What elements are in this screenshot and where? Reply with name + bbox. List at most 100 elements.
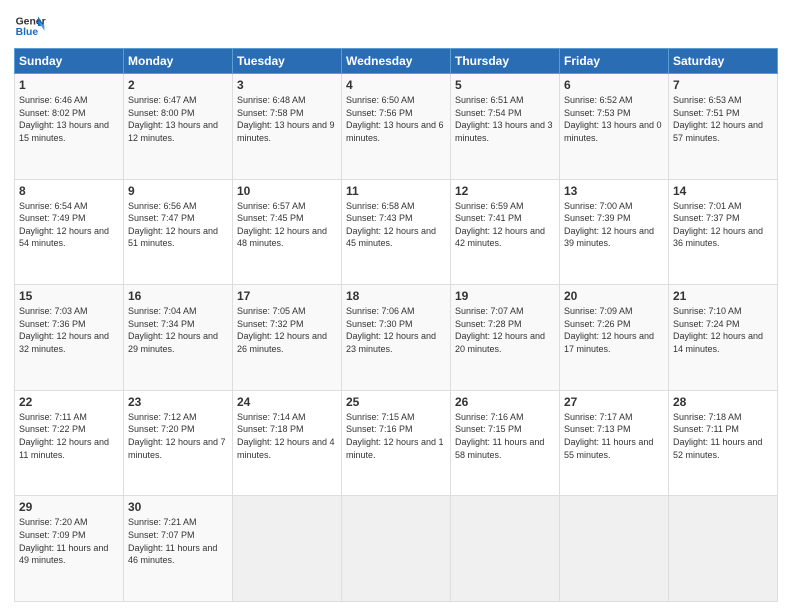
calendar-week-4: 22 Sunrise: 7:11 AMSunset: 7:22 PMDayligh…: [15, 390, 778, 496]
calendar-cell: 3 Sunrise: 6:48 AMSunset: 7:58 PMDaylight…: [233, 74, 342, 180]
calendar-cell: 16Sunrise: 7:04 AMSunset: 7:34 PMDayligh…: [124, 285, 233, 391]
calendar-cell: 9 Sunrise: 6:56 AMSunset: 7:47 PMDaylight…: [124, 179, 233, 285]
page: General Blue Sunday Monday Tuesday Wedne…: [0, 0, 792, 612]
calendar-header: Sunday Monday Tuesday Wednesday Thursday…: [15, 49, 778, 74]
calendar-cell: 30 Sunrise: 7:21 AMSunset: 7:07 PMDayligh…: [124, 496, 233, 602]
calendar-week-1: 1 Sunrise: 6:46 AMSunset: 8:02 PMDaylight…: [15, 74, 778, 180]
day-info: Sunrise: 6:46 AMSunset: 8:02 PMDaylight:…: [19, 94, 119, 144]
calendar-cell: [451, 496, 560, 602]
calendar-cell: 12Sunrise: 6:59 AMSunset: 7:41 PMDayligh…: [451, 179, 560, 285]
day-number: 25: [346, 395, 446, 409]
day-number: 26: [455, 395, 555, 409]
day-number: 20: [564, 289, 664, 303]
day-number: 30: [128, 500, 228, 514]
day-number: 27: [564, 395, 664, 409]
day-number: 28: [673, 395, 773, 409]
day-number: 21: [673, 289, 773, 303]
calendar-cell: 20 Sunrise: 7:09 AMSunset: 7:26 PMDayligh…: [560, 285, 669, 391]
calendar-cell: 14 Sunrise: 7:01 AMSunset: 7:37 PMDayligh…: [669, 179, 778, 285]
day-number: 24: [237, 395, 337, 409]
calendar-cell: 11Sunrise: 6:58 AMSunset: 7:43 PMDayligh…: [342, 179, 451, 285]
logo: General Blue: [14, 10, 46, 42]
svg-text:Blue: Blue: [16, 27, 39, 38]
calendar-cell: 5 Sunrise: 6:51 AMSunset: 7:54 PMDaylight…: [451, 74, 560, 180]
day-info: Sunrise: 7:17 AMSunset: 7:13 PMDaylight:…: [564, 411, 664, 461]
calendar-cell: 1 Sunrise: 6:46 AMSunset: 8:02 PMDaylight…: [15, 74, 124, 180]
day-info: Sunrise: 7:03 AMSunset: 7:36 PMDaylight:…: [19, 305, 119, 355]
calendar-cell: 15 Sunrise: 7:03 AMSunset: 7:36 PMDayligh…: [15, 285, 124, 391]
day-info: Sunrise: 6:52 AMSunset: 7:53 PMDaylight:…: [564, 94, 664, 144]
header: General Blue: [14, 10, 778, 42]
calendar-week-5: 29 Sunrise: 7:20 AMSunset: 7:09 PMDayligh…: [15, 496, 778, 602]
day-number: 29: [19, 500, 119, 514]
calendar-cell: 22 Sunrise: 7:11 AMSunset: 7:22 PMDayligh…: [15, 390, 124, 496]
calendar-week-2: 8 Sunrise: 6:54 AMSunset: 7:49 PMDaylight…: [15, 179, 778, 285]
calendar-cell: [342, 496, 451, 602]
calendar-cell: 27 Sunrise: 7:17 AMSunset: 7:13 PMDayligh…: [560, 390, 669, 496]
calendar: Sunday Monday Tuesday Wednesday Thursday…: [14, 48, 778, 602]
calendar-cell: 6 Sunrise: 6:52 AMSunset: 7:53 PMDaylight…: [560, 74, 669, 180]
day-info: Sunrise: 7:21 AMSunset: 7:07 PMDaylight:…: [128, 516, 228, 566]
day-number: 8: [19, 184, 119, 198]
day-info: Sunrise: 7:00 AMSunset: 7:39 PMDaylight:…: [564, 200, 664, 250]
weekday-tuesday: Tuesday: [233, 49, 342, 74]
day-info: Sunrise: 7:15 AMSunset: 7:16 PMDaylight:…: [346, 411, 446, 461]
day-number: 2: [128, 78, 228, 92]
calendar-cell: 24Sunrise: 7:14 AMSunset: 7:18 PMDayligh…: [233, 390, 342, 496]
calendar-cell: 18 Sunrise: 7:06 AMSunset: 7:30 PMDayligh…: [342, 285, 451, 391]
day-number: 12: [455, 184, 555, 198]
day-number: 17: [237, 289, 337, 303]
calendar-cell: 29 Sunrise: 7:20 AMSunset: 7:09 PMDayligh…: [15, 496, 124, 602]
calendar-cell: 7Sunrise: 6:53 AMSunset: 7:51 PMDaylight…: [669, 74, 778, 180]
day-info: Sunrise: 7:09 AMSunset: 7:26 PMDaylight:…: [564, 305, 664, 355]
calendar-cell: 19 Sunrise: 7:07 AMSunset: 7:28 PMDayligh…: [451, 285, 560, 391]
calendar-cell: 25 Sunrise: 7:15 AMSunset: 7:16 PMDayligh…: [342, 390, 451, 496]
day-number: 19: [455, 289, 555, 303]
logo-icon: General Blue: [14, 10, 46, 42]
day-info: Sunrise: 6:50 AMSunset: 7:56 PMDaylight:…: [346, 94, 446, 144]
day-info: Sunrise: 7:16 AMSunset: 7:15 PMDaylight:…: [455, 411, 555, 461]
day-info: Sunrise: 7:12 AMSunset: 7:20 PMDaylight:…: [128, 411, 228, 461]
day-info: Sunrise: 7:01 AMSunset: 7:37 PMDaylight:…: [673, 200, 773, 250]
weekday-row: Sunday Monday Tuesday Wednesday Thursday…: [15, 49, 778, 74]
day-info: Sunrise: 6:54 AMSunset: 7:49 PMDaylight:…: [19, 200, 119, 250]
calendar-cell: 21 Sunrise: 7:10 AMSunset: 7:24 PMDayligh…: [669, 285, 778, 391]
day-number: 7: [673, 78, 773, 92]
calendar-cell: 26 Sunrise: 7:16 AMSunset: 7:15 PMDayligh…: [451, 390, 560, 496]
weekday-saturday: Saturday: [669, 49, 778, 74]
day-number: 22: [19, 395, 119, 409]
day-number: 18: [346, 289, 446, 303]
day-number: 23: [128, 395, 228, 409]
day-info: Sunrise: 6:48 AMSunset: 7:58 PMDaylight:…: [237, 94, 337, 144]
day-info: Sunrise: 6:56 AMSunset: 7:47 PMDaylight:…: [128, 200, 228, 250]
day-number: 14: [673, 184, 773, 198]
day-info: Sunrise: 6:47 AMSunset: 8:00 PMDaylight:…: [128, 94, 228, 144]
day-info: Sunrise: 7:07 AMSunset: 7:28 PMDaylight:…: [455, 305, 555, 355]
day-info: Sunrise: 7:10 AMSunset: 7:24 PMDaylight:…: [673, 305, 773, 355]
day-number: 11: [346, 184, 446, 198]
calendar-cell: [560, 496, 669, 602]
day-number: 6: [564, 78, 664, 92]
weekday-sunday: Sunday: [15, 49, 124, 74]
day-info: Sunrise: 6:57 AMSunset: 7:45 PMDaylight:…: [237, 200, 337, 250]
day-info: Sunrise: 7:20 AMSunset: 7:09 PMDaylight:…: [19, 516, 119, 566]
calendar-week-3: 15 Sunrise: 7:03 AMSunset: 7:36 PMDayligh…: [15, 285, 778, 391]
calendar-cell: [233, 496, 342, 602]
weekday-friday: Friday: [560, 49, 669, 74]
weekday-monday: Monday: [124, 49, 233, 74]
day-number: 1: [19, 78, 119, 92]
day-number: 9: [128, 184, 228, 198]
day-number: 15: [19, 289, 119, 303]
calendar-cell: 2 Sunrise: 6:47 AMSunset: 8:00 PMDaylight…: [124, 74, 233, 180]
day-info: Sunrise: 6:51 AMSunset: 7:54 PMDaylight:…: [455, 94, 555, 144]
day-info: Sunrise: 7:06 AMSunset: 7:30 PMDaylight:…: [346, 305, 446, 355]
weekday-thursday: Thursday: [451, 49, 560, 74]
day-number: 5: [455, 78, 555, 92]
calendar-cell: 23 Sunrise: 7:12 AMSunset: 7:20 PMDayligh…: [124, 390, 233, 496]
day-number: 4: [346, 78, 446, 92]
calendar-cell: [669, 496, 778, 602]
calendar-cell: 4 Sunrise: 6:50 AMSunset: 7:56 PMDaylight…: [342, 74, 451, 180]
calendar-body: 1 Sunrise: 6:46 AMSunset: 8:02 PMDaylight…: [15, 74, 778, 602]
day-info: Sunrise: 7:11 AMSunset: 7:22 PMDaylight:…: [19, 411, 119, 461]
day-number: 3: [237, 78, 337, 92]
